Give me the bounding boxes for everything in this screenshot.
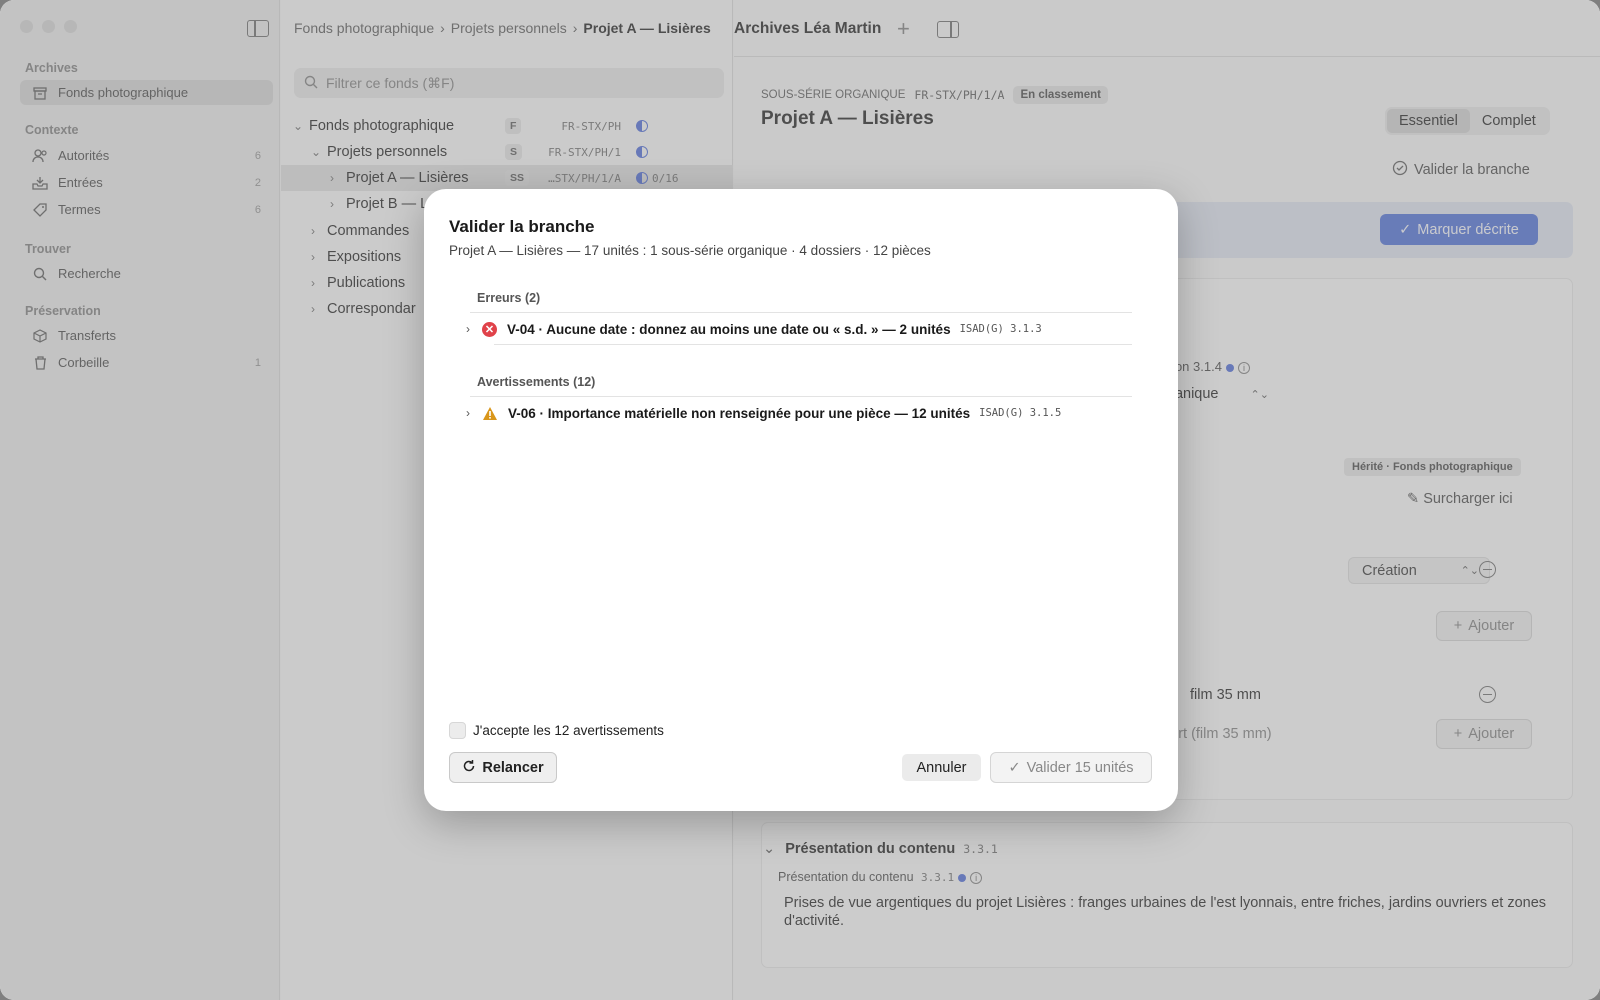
dialog-subtitle: Projet A — Lisières — 17 unités : 1 sous…	[449, 243, 931, 258]
refresh-icon	[462, 759, 476, 777]
warning-icon	[482, 406, 498, 421]
checkmark-icon: ✓	[1008, 759, 1021, 776]
validate-units-button[interactable]: ✓ Valider 15 unités	[990, 752, 1152, 783]
rerun-label: Relancer	[482, 759, 544, 776]
divider	[494, 344, 1132, 345]
app-window: Archives Fonds photographique Contexte A…	[0, 0, 1600, 1000]
issue-reference: ISAD(G) 3.1.5	[979, 407, 1062, 419]
chevron-right-icon[interactable]: ›	[466, 322, 478, 336]
issue-reference: ISAD(G) 3.1.3	[959, 323, 1042, 335]
warnings-group-label: Avertissements (12)	[477, 375, 596, 389]
validate-units-label: Valider 15 unités	[1026, 759, 1134, 776]
divider	[470, 312, 1132, 313]
accept-warnings-checkbox[interactable]	[449, 722, 466, 739]
accept-warnings-label: J'accepte les 12 avertissements	[473, 723, 664, 738]
accept-warnings-row[interactable]: J'accepte les 12 avertissements	[449, 722, 664, 739]
rerun-button[interactable]: Relancer	[449, 752, 557, 783]
chevron-right-icon[interactable]: ›	[466, 406, 478, 420]
warning-row[interactable]: › V-06 · Importance matérielle non rense…	[466, 398, 1132, 428]
issue-text: V-04 · Aucune date : donnez au moins une…	[507, 321, 951, 337]
issue-text: V-06 · Importance matérielle non renseig…	[508, 405, 971, 421]
error-icon: ✕	[482, 321, 497, 337]
dialog-title: Valider la branche	[449, 217, 595, 236]
error-row[interactable]: › ✕ V-04 · Aucune date : donnez au moins…	[466, 314, 1132, 344]
cancel-button[interactable]: Annuler	[902, 754, 981, 781]
validate-branch-dialog: Valider la branche Projet A — Lisières —…	[424, 189, 1178, 811]
errors-group-label: Erreurs (2)	[477, 291, 541, 305]
divider	[470, 396, 1132, 397]
